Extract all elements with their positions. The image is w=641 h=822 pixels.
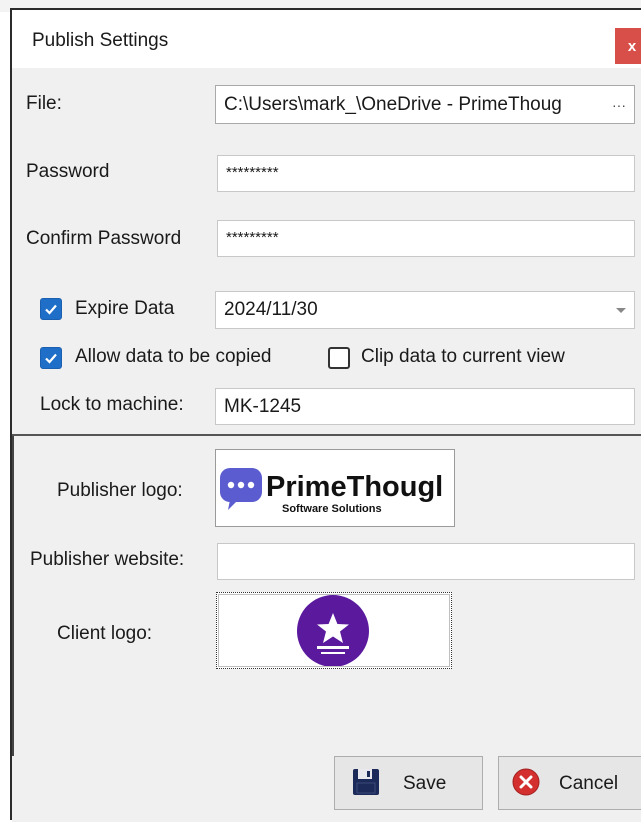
publisher-website-input[interactable] [217, 543, 635, 580]
save-button-label: Save [403, 773, 447, 794]
allow-copy-checkbox[interactable] [40, 347, 62, 369]
password-input[interactable]: ********* [217, 155, 635, 192]
browse-ellipsis-button[interactable]: ··· [612, 97, 626, 113]
file-label: File: [26, 93, 62, 114]
confirm-password-input[interactable]: ********* [217, 220, 635, 257]
cancel-x-icon [512, 768, 540, 796]
password-label: Password [26, 161, 110, 182]
star-medal-icon [297, 595, 369, 667]
clip-view-label: Clip data to current view [361, 346, 565, 367]
publisher-website-label: Publisher website: [30, 549, 185, 570]
publisher-brand-name: PrimeThougl [266, 471, 443, 503]
chevron-down-icon[interactable] [616, 308, 626, 313]
title-bar: Publish Settings x [12, 10, 641, 68]
confirm-password-label: Confirm Password [26, 228, 182, 249]
publisher-tagline: Software Solutions [282, 503, 382, 515]
close-button[interactable]: x [615, 28, 641, 64]
dialog-footer: Save Cancel [12, 756, 641, 822]
file-path-text: C:\Users\mark_\OneDrive - PrimeThoug [224, 93, 562, 115]
check-icon [45, 304, 57, 315]
window-title: Publish Settings [32, 30, 169, 51]
publisher-logo-label: Publisher logo: [57, 480, 183, 501]
save-button[interactable]: Save [334, 756, 483, 810]
allow-copy-label: Allow data to be copied [75, 346, 272, 367]
publisher-logo-image: PrimeThougl Software Solutions [220, 468, 443, 515]
publish-settings-dialog: Publish Settings x File: C:\Users\mark_\… [10, 8, 641, 822]
publisher-logo-box[interactable]: PrimeThougl Software Solutions [215, 449, 455, 527]
clip-view-checkbox[interactable] [328, 347, 350, 369]
lock-machine-input[interactable]: MK-1245 [215, 388, 635, 425]
floppy-disk-icon [353, 769, 379, 795]
client-logo-box[interactable] [216, 592, 452, 669]
expire-date-combo[interactable]: 2024/11/30 [215, 291, 635, 329]
check-icon [45, 353, 57, 364]
client-logo-label: Client logo: [57, 623, 153, 644]
expire-date-value: 2024/11/30 [224, 299, 318, 320]
cancel-button[interactable]: Cancel [498, 756, 641, 810]
lock-machine-label: Lock to machine: [40, 394, 184, 415]
cancel-button-label: Cancel [559, 773, 619, 794]
expire-data-label: Expire Data [75, 298, 175, 319]
expire-data-checkbox[interactable] [40, 298, 62, 320]
file-path-field[interactable]: C:\Users\mark_\OneDrive - PrimeThoug ··· [215, 85, 635, 124]
